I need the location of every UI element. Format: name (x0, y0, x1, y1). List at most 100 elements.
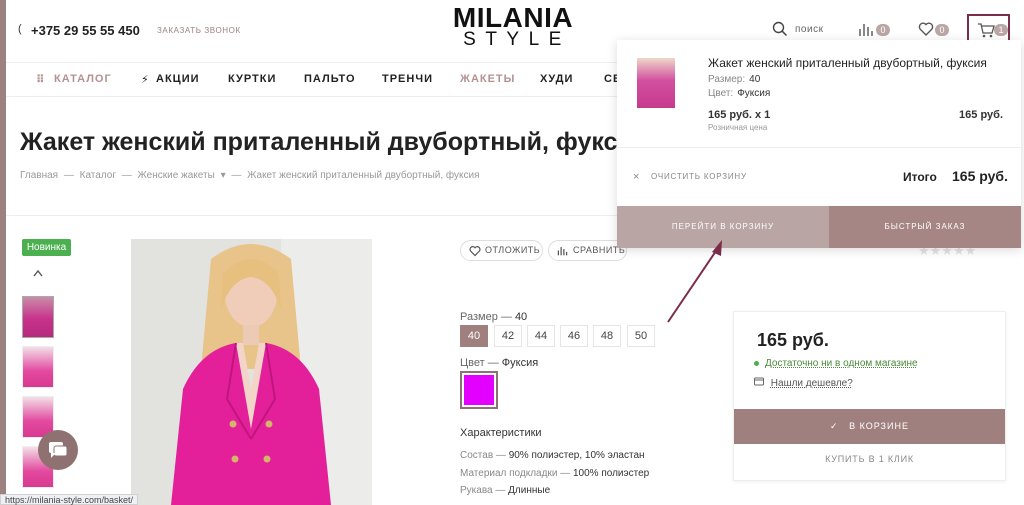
nav-item-hoodies[interactable]: ХУДИ (540, 73, 573, 85)
nav-bottom-divider (6, 96, 618, 97)
color-label-value: Фуксия (501, 357, 539, 369)
characteristic-row: Состав — 90% полиэстер, 10% эластан (460, 450, 645, 461)
size-label: Размер — 40 (460, 311, 528, 323)
characteristic-value: 90% полиэстер, 10% эластан (508, 450, 645, 461)
characteristic-label: Рукава (460, 485, 493, 496)
cart-total-value: 165 руб. (952, 168, 1008, 184)
save-for-later-button[interactable]: ОТЛОЖИТЬ (460, 240, 543, 261)
nav-item-blazers[interactable]: ЖАКЕТЫ (460, 73, 515, 85)
search-icon[interactable] (772, 21, 788, 37)
price: 165 руб. (757, 330, 829, 350)
compare-icon (557, 247, 568, 256)
cart-item-retail-label: Розничная цена (708, 123, 768, 132)
clear-cart-button[interactable]: ОЧИСТИТЬ КОРЗИНУ (651, 172, 747, 181)
breadcrumb-separator: — (231, 170, 242, 181)
status-bar-url: https://milania-style.com/basket/ (0, 494, 139, 505)
content-divider (6, 215, 618, 216)
characteristic-value: Длинные (508, 485, 551, 496)
size-option[interactable]: 42 (494, 325, 522, 347)
new-badge: Новинка (22, 239, 71, 256)
bolt-icon: ⚡ (141, 74, 150, 86)
chat-button[interactable] (38, 430, 78, 470)
availability-text: Достаточно ни в одном магазине (765, 358, 918, 369)
logo[interactable]: MILANIA STYLE (444, 2, 582, 50)
thumbnail[interactable] (22, 296, 54, 338)
logo-top: MILANIA (452, 2, 574, 33)
size-option[interactable]: 46 (560, 325, 588, 347)
nav-item-sales[interactable]: АКЦИИ (156, 73, 200, 85)
buy-one-click-button[interactable]: КУПИТЬ В 1 КЛИК (734, 454, 1005, 470)
characteristic-value: 100% полиэстер (572, 468, 650, 479)
phone-icon: ( (18, 23, 22, 35)
breadcrumb-category[interactable]: Женские жакеты (138, 170, 215, 181)
phone-link[interactable]: +375 29 55 55 450 (31, 23, 140, 38)
cart-item-image[interactable] (637, 58, 675, 108)
favorites-count-badge: 0 (935, 24, 949, 36)
found-cheaper-text: Нашли дешевле? (770, 378, 853, 389)
nav-item-trenches[interactable]: ТРЕНЧИ (382, 73, 433, 85)
cart-item-qty-price: 165 руб. x 1 (708, 109, 771, 121)
cart-item-color-label: Цвет: (708, 88, 734, 99)
price-box: 165 руб. Достаточно ни в одном магазине … (733, 311, 1006, 481)
cart-item-color-value: Фуксия (737, 88, 771, 99)
in-cart-label: В КОРЗИНЕ (849, 421, 909, 431)
product-photo[interactable] (131, 239, 372, 505)
size-option[interactable]: 44 (527, 325, 555, 347)
caret-down-icon[interactable]: ▾ (221, 170, 226, 181)
characteristic-label: Материал подкладки (460, 468, 558, 479)
color-swatch-fill (464, 375, 494, 405)
size-option[interactable]: 48 (593, 325, 621, 347)
characteristic-label: Состав (460, 450, 494, 461)
color-swatch[interactable] (460, 371, 498, 409)
nav-top-divider (6, 62, 618, 63)
catalog-grid-icon: ⠿ (36, 74, 46, 86)
color-label-text: Цвет (460, 357, 485, 369)
breadcrumb-current: Жакет женский приталенный двубортный, фу… (247, 170, 480, 181)
size-option[interactable]: 50 (627, 325, 655, 347)
in-cart-button[interactable]: ✓ В КОРЗИНЕ (734, 409, 1005, 444)
cart-total-label: Итого (903, 170, 937, 184)
availability-dot-icon (754, 360, 759, 366)
close-icon[interactable]: × (633, 171, 639, 183)
heart-icon (469, 246, 481, 257)
chevron-up-icon[interactable] (32, 268, 44, 278)
size-option[interactable]: 40 (460, 325, 488, 347)
cart-item-name[interactable]: Жакет женский приталенный двубортный, фу… (708, 56, 987, 70)
breadcrumb-home[interactable]: Главная (20, 170, 58, 181)
thumbnail[interactable] (22, 346, 54, 388)
cart-item-size-label: Размер: (708, 74, 746, 85)
breadcrumb: Главная — Каталог — Женские жакеты ▾ — Ж… (20, 170, 483, 181)
search-label[interactable]: поиск (795, 24, 823, 35)
breadcrumb-separator: — (121, 170, 132, 181)
cart-dropdown: Жакет женский приталенный двубортный, фу… (617, 40, 1021, 248)
quick-order-button[interactable]: БЫСТРЫЙ ЗАКАЗ (829, 206, 1021, 248)
save-for-later-label: ОТЛОЖИТЬ (485, 245, 541, 255)
cart-item-total: 165 руб. (959, 109, 1003, 121)
characteristic-row: Материал подкладки — 100% полиэстер (460, 468, 650, 479)
cart-icon[interactable] (977, 22, 995, 38)
found-cheaper-link[interactable]: Нашли дешевле? (754, 377, 853, 389)
check-icon: ✓ (830, 421, 839, 431)
cart-item-size-value: 40 (749, 74, 761, 85)
compare-icon[interactable] (858, 21, 874, 37)
characteristics-title: Характеристики (460, 427, 542, 439)
availability[interactable]: Достаточно ни в одном магазине (754, 358, 918, 369)
nav-item-catalog[interactable]: КАТАЛОГ (54, 73, 112, 85)
cart-item-color: Цвет: Фуксия (708, 88, 770, 99)
nav-item-jackets[interactable]: КУРТКИ (228, 73, 276, 85)
breadcrumb-separator: — (63, 170, 74, 181)
compare-button[interactable]: СРАВНИТЬ (548, 240, 627, 261)
left-accent-bar (0, 0, 6, 505)
callback-link[interactable]: ЗАКАЗАТЬ ЗВОНОК (157, 26, 241, 35)
cart-count-badge: 1 (994, 24, 1008, 36)
page-title: Жакет женский приталенный двубортный, фу… (20, 128, 618, 156)
breadcrumb-catalog[interactable]: Каталог (80, 170, 116, 181)
nav-item-coats[interactable]: ПАЛЬТО (304, 73, 356, 85)
size-label-value: 40 (514, 311, 528, 323)
chat-icon (49, 442, 68, 458)
logo-bottom: STYLE (463, 29, 571, 50)
compare-count-badge: 0 (876, 24, 890, 36)
go-to-cart-button[interactable]: ПЕРЕЙТИ В КОРЗИНУ (617, 206, 829, 248)
color-label: Цвет — Фуксия (460, 357, 539, 369)
heart-icon[interactable] (918, 21, 934, 37)
